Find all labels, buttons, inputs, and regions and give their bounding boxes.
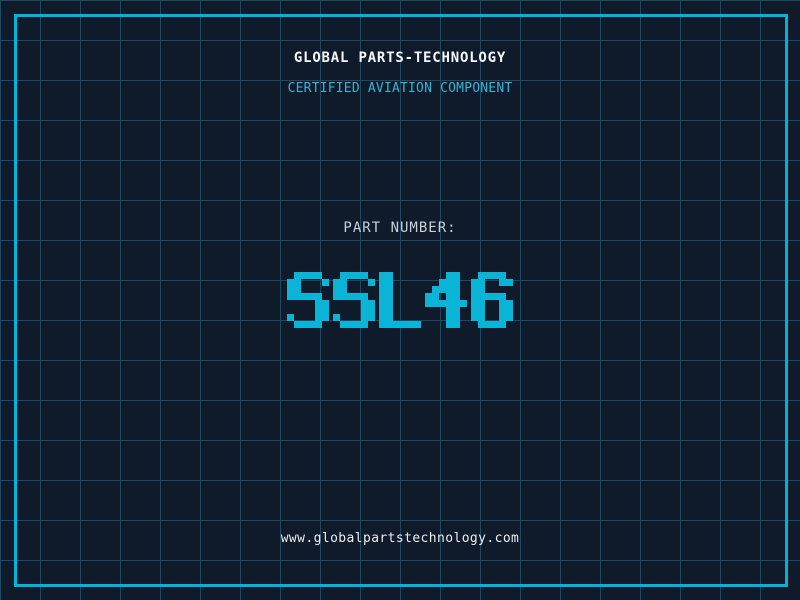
certificate-screen: GLOBAL PARTS-TECHNOLOGY CERTIFIED AVIATI… — [0, 0, 800, 600]
certification-label: CERTIFIED AVIATION COMPONENT — [287, 81, 513, 96]
company-name: GLOBAL PARTS-TECHNOLOGY — [293, 50, 507, 66]
part-number-section — [0, 272, 800, 332]
part-number-display — [287, 272, 513, 328]
part-number-label: PART NUMBER: — [343, 220, 457, 236]
website-url: www.globalpartstechnology.com — [280, 531, 520, 546]
